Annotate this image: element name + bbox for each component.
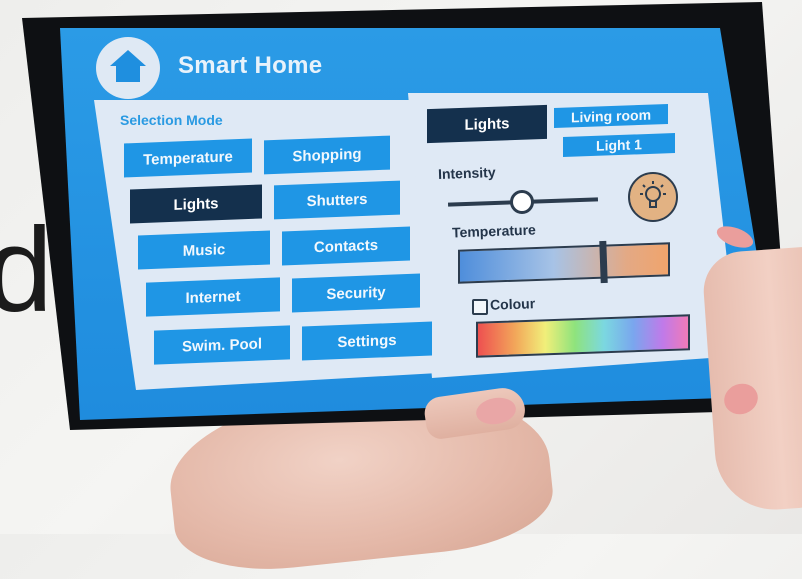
background-letter: d	[0, 203, 53, 337]
device-selector[interactable]: Light 1	[563, 133, 675, 157]
colour-checkbox[interactable]	[472, 299, 488, 315]
colour-spectrum-slider[interactable]	[476, 314, 690, 358]
mode-button-temperature[interactable]: Temperature	[124, 138, 252, 178]
temperature-slider-handle[interactable]	[599, 240, 608, 284]
mode-button-settings[interactable]: Settings	[302, 321, 432, 361]
colour-label: Colour	[489, 295, 536, 313]
right-hand	[701, 246, 802, 514]
mode-button-lights[interactable]: Lights	[130, 184, 262, 224]
selection-mode-heading: Selection Mode	[120, 112, 223, 128]
mode-button-contacts[interactable]: Contacts	[282, 226, 410, 266]
mode-button-shopping[interactable]: Shopping	[264, 135, 390, 175]
mode-button-music[interactable]: Music	[138, 230, 270, 270]
room-selector[interactable]: Living room	[554, 104, 668, 128]
lightbulb-icon	[640, 181, 666, 208]
temperature-label: Temperature	[451, 221, 537, 241]
home-button[interactable]	[96, 37, 160, 99]
intensity-slider-handle[interactable]	[510, 190, 534, 214]
intensity-label: Intensity	[437, 164, 496, 182]
app-title: Smart Home	[178, 52, 323, 79]
home-icon	[110, 50, 146, 82]
current-mode-label: Lights	[427, 104, 547, 144]
mode-button-shutters[interactable]: Shutters	[274, 180, 400, 220]
mode-button-security[interactable]: Security	[292, 273, 420, 313]
mode-button-swim-pool[interactable]: Swim. Pool	[154, 325, 290, 365]
mode-button-internet[interactable]: Internet	[146, 277, 280, 317]
lightbulb-button[interactable]	[628, 172, 678, 222]
